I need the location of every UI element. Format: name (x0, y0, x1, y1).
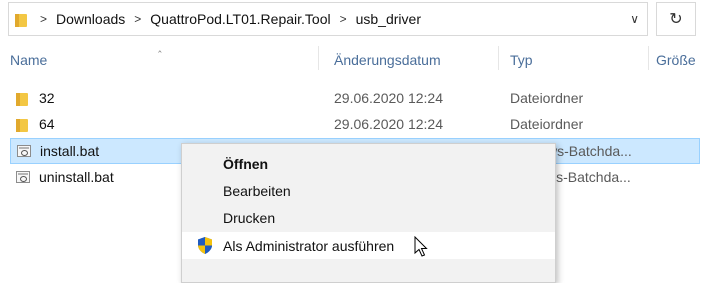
refresh-button[interactable]: ↻ (656, 2, 696, 36)
address-bar[interactable]: > Downloads > QuattroPod.LT01.Repair.Too… (8, 2, 648, 36)
breadcrumb-separator: > (134, 12, 142, 26)
file-type: Dateiordner (510, 90, 584, 106)
menu-item-print[interactable]: Drucken (182, 204, 555, 231)
folder-icon (15, 13, 31, 27)
menu-item-label: Drucken (223, 210, 276, 226)
menu-item-label: Als Administrator ausführen (223, 238, 395, 254)
column-divider[interactable] (318, 46, 319, 70)
file-name: uninstall.bat (39, 169, 114, 185)
column-divider[interactable] (648, 46, 649, 70)
column-header-type[interactable]: Typ (510, 52, 533, 68)
sort-ascending-icon: ‸ (158, 41, 162, 53)
file-type: ws-Batchda... (546, 169, 631, 185)
breadcrumb-separator: > (40, 12, 48, 26)
menu-item-edit[interactable]: Bearbeiten (182, 177, 555, 204)
batch-file-icon (16, 171, 30, 184)
menu-item-run-as-admin[interactable]: Als Administrator ausführen (182, 232, 555, 259)
breadcrumb-quattropod[interactable]: QuattroPod.LT01.Repair.Tool (150, 11, 330, 27)
mouse-cursor-icon (414, 235, 428, 258)
file-date: 29.06.2020 12:24 (334, 116, 443, 132)
file-type: ws-Batchda... (547, 143, 632, 159)
refresh-icon: ↻ (669, 11, 683, 28)
file-row[interactable]: 32 29.06.2020 12:24 Dateiordner (10, 86, 700, 112)
menu-item-label: Bearbeiten (223, 183, 291, 199)
context-menu: Öffnen Bearbeiten Drucken Als Administra… (181, 143, 556, 283)
folder-icon (16, 92, 30, 106)
file-row[interactable]: 64 29.06.2020 12:24 Dateiordner (10, 112, 700, 138)
uac-shield-icon (196, 236, 214, 255)
file-name: 32 (39, 90, 55, 106)
file-type: Dateiordner (510, 116, 584, 132)
batch-file-icon (17, 145, 31, 158)
column-header-date[interactable]: Änderungsdatum (334, 52, 441, 68)
file-date: 29.06.2020 12:24 (334, 90, 443, 106)
breadcrumb-downloads[interactable]: Downloads (56, 11, 125, 27)
breadcrumb-usb-driver[interactable]: usb_driver (356, 11, 421, 27)
column-divider[interactable] (498, 46, 499, 70)
column-header-name[interactable]: Name (10, 52, 47, 68)
chevron-down-icon[interactable]: ∨ (630, 12, 639, 26)
column-header-size[interactable]: Größe (656, 52, 696, 68)
file-name: install.bat (40, 143, 100, 159)
menu-item-label: Öffnen (223, 156, 269, 172)
menu-item-open[interactable]: Öffnen (182, 150, 555, 177)
folder-icon (16, 118, 30, 132)
breadcrumb-separator: > (339, 12, 347, 26)
file-name: 64 (39, 116, 55, 132)
